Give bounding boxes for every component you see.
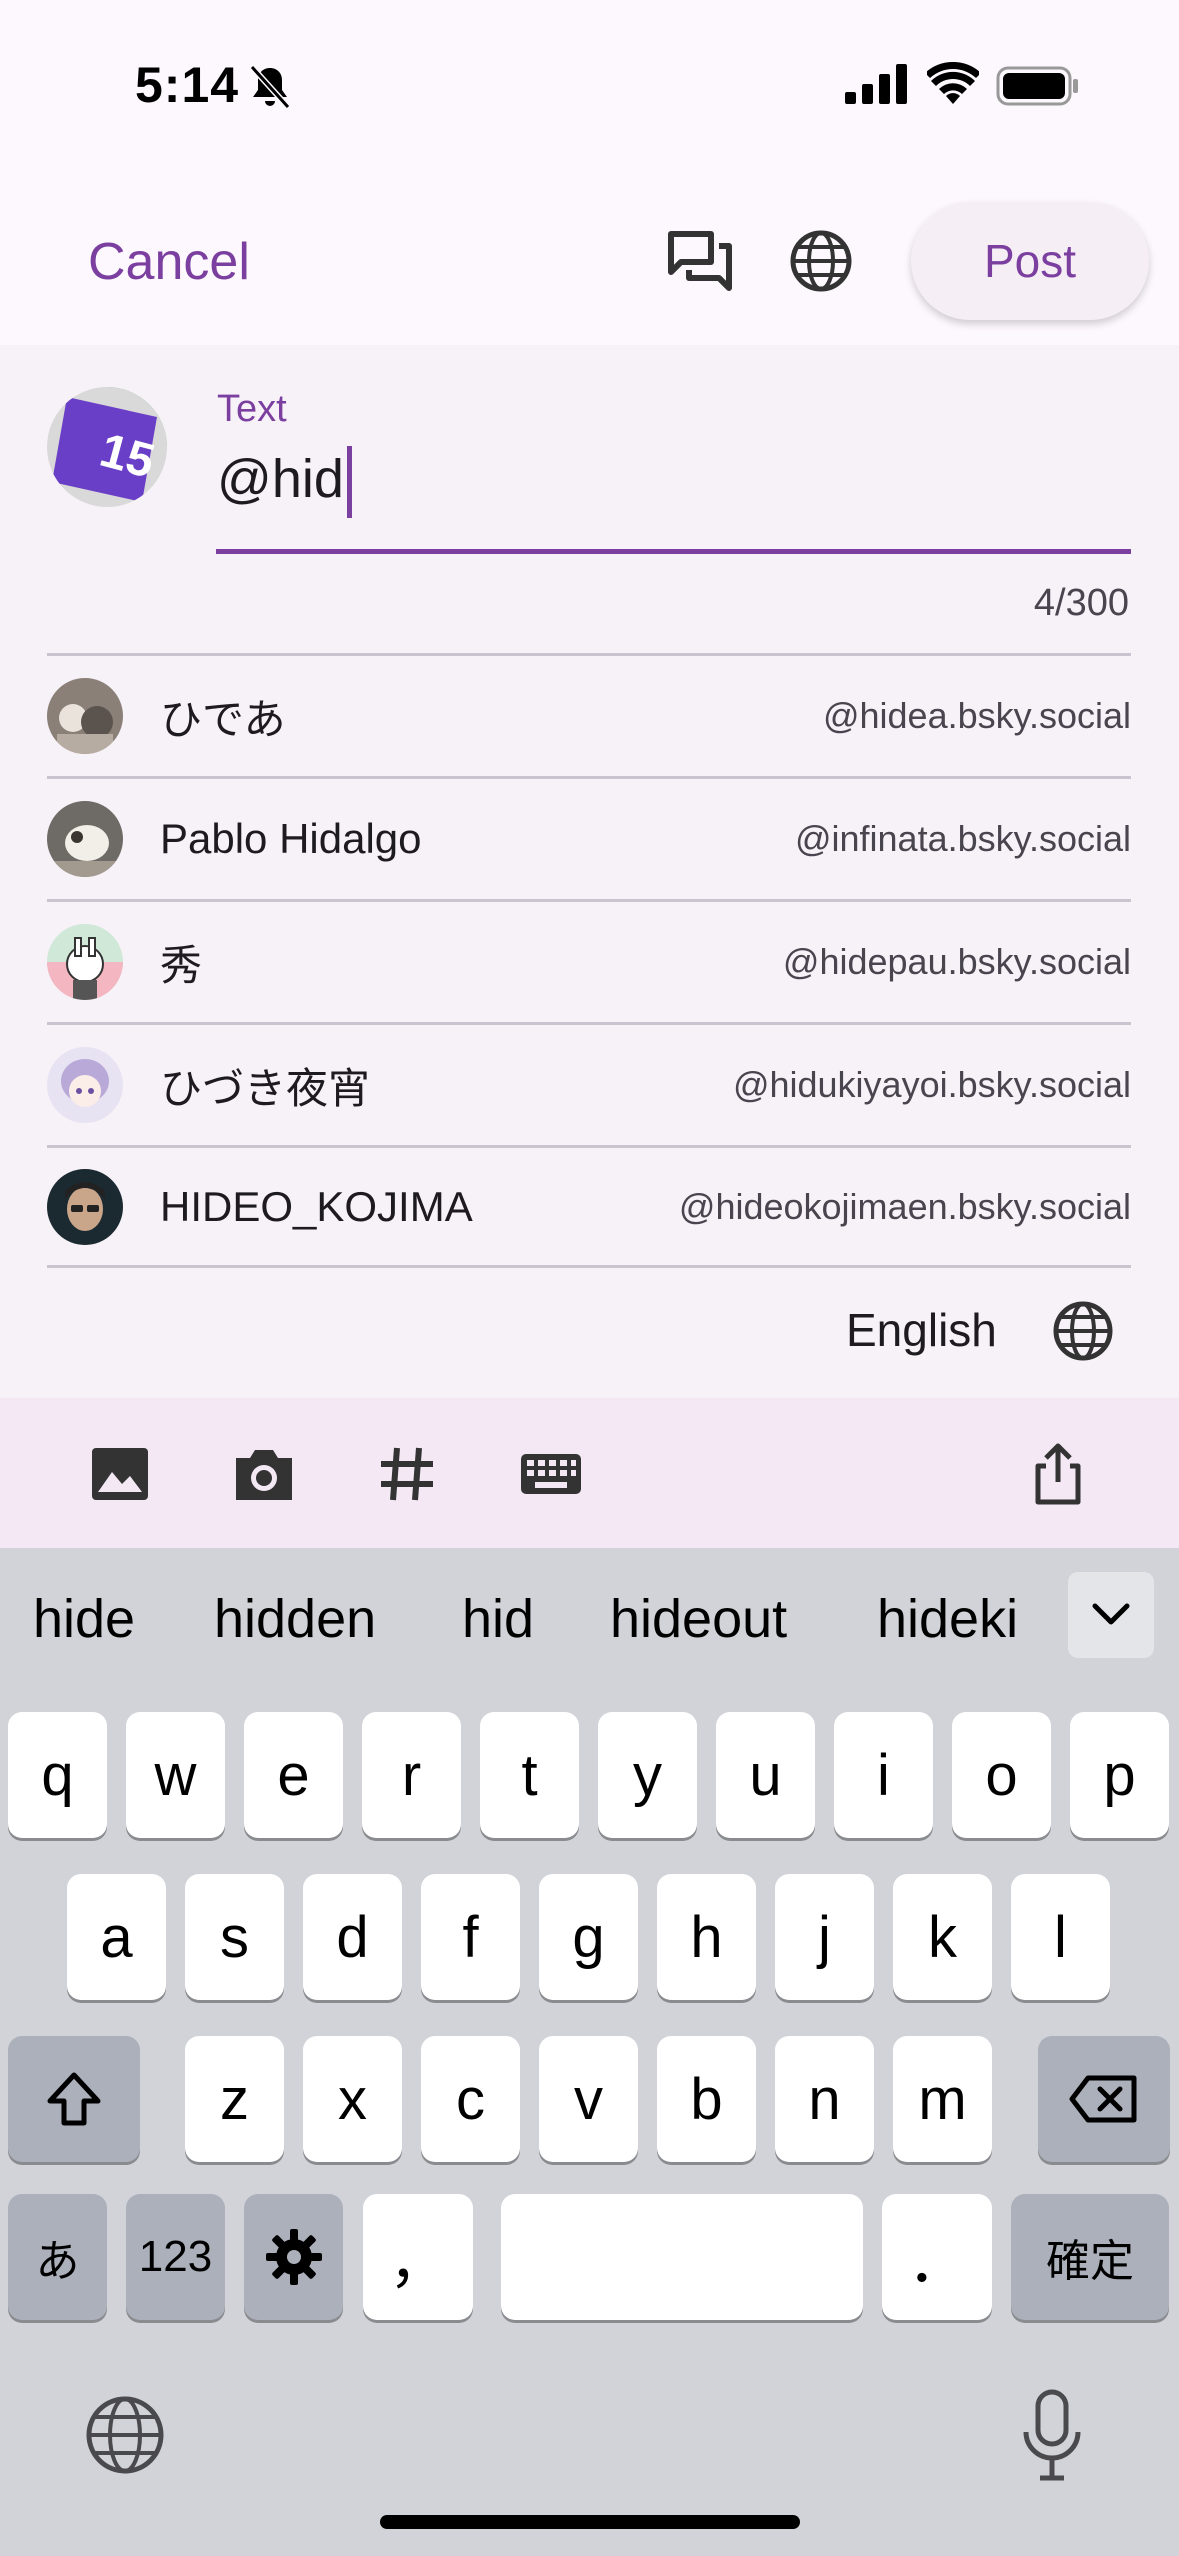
post-text-input[interactable]: @hid: [217, 448, 344, 510]
language-selector[interactable]: English: [846, 1303, 997, 1357]
key-u[interactable]: u: [716, 1712, 815, 1838]
avatar: 15: [47, 387, 167, 507]
chevron-down-icon: [1092, 1603, 1130, 1625]
key-m[interactable]: m: [893, 2036, 992, 2162]
key-f[interactable]: f: [421, 1874, 520, 2000]
avatar: [47, 801, 123, 877]
status-time: 5:14: [135, 57, 240, 113]
period-key[interactable]: ．: [882, 2194, 992, 2320]
suggestion-name: ひづき夜宵: [160, 1064, 371, 1112]
avatar: [47, 1047, 123, 1123]
key-t[interactable]: t: [480, 1712, 579, 1838]
key-c[interactable]: c: [421, 2036, 520, 2162]
key-h[interactable]: h: [657, 1874, 756, 2000]
key-j[interactable]: j: [775, 1874, 874, 2000]
gear-icon: [265, 2229, 322, 2285]
battery-icon: [996, 66, 1078, 106]
key-n[interactable]: n: [775, 2036, 874, 2162]
hashtag-icon[interactable]: [375, 1442, 439, 1506]
comma-key[interactable]: ，: [363, 2194, 473, 2320]
key-p[interactable]: p: [1070, 1712, 1169, 1838]
avatar: [47, 678, 123, 754]
key-d[interactable]: d: [303, 1874, 402, 2000]
mention-suggestions: ひであ @hidea.bsky.social Pablo Hidalgo @in…: [47, 653, 1131, 1268]
suggestion-row[interactable]: Pablo Hidalgo @infinata.bsky.social: [47, 776, 1131, 899]
avatar: [47, 1168, 123, 1245]
key-g[interactable]: g: [539, 1874, 638, 2000]
key-b[interactable]: b: [657, 2036, 756, 2162]
key-i[interactable]: i: [834, 1712, 933, 1838]
key-s[interactable]: s: [185, 1874, 284, 2000]
suggestion-name: Pablo Hidalgo: [160, 815, 422, 862]
avatar: [47, 924, 123, 1000]
suggestion-row[interactable]: ひであ @hidea.bsky.social: [47, 653, 1131, 776]
key-r[interactable]: r: [362, 1712, 461, 1838]
prediction-4[interactable]: hideout: [610, 1588, 787, 1650]
key-a[interactable]: a: [67, 1874, 166, 2000]
backspace-icon: [1069, 2075, 1137, 2123]
cellular-signal-icon: [845, 64, 907, 104]
suggestion-name: HIDEO_KOJIMA: [160, 1182, 473, 1230]
globe-icon[interactable]: [83, 2393, 167, 2477]
keyboard-icon[interactable]: [519, 1442, 583, 1506]
kana-key[interactable]: あ: [8, 2194, 107, 2320]
prediction-5[interactable]: hideki: [877, 1588, 1018, 1650]
key-y[interactable]: y: [598, 1712, 697, 1838]
suggestion-name: 秀: [160, 941, 203, 989]
suggestion-row[interactable]: ひづき夜宵 @hidukiyayoi.bsky.social: [47, 1022, 1131, 1145]
key-x[interactable]: x: [303, 2036, 402, 2162]
text-caret: [347, 446, 352, 518]
wifi-icon: [927, 62, 979, 104]
home-indicator: [380, 2515, 800, 2529]
key-z[interactable]: z: [185, 2036, 284, 2162]
space-key[interactable]: [501, 2194, 863, 2320]
image-icon[interactable]: [88, 1442, 152, 1506]
compose-toolbar: [0, 1398, 1179, 1548]
suggestion-handle: @hidea.bsky.social: [822, 695, 1131, 736]
suggestion-handle: @hidukiyayoi.bsky.social: [732, 1064, 1131, 1105]
confirm-key[interactable]: 確定: [1011, 2194, 1169, 2320]
key-q[interactable]: q: [8, 1712, 107, 1838]
prediction-2[interactable]: hidden: [214, 1588, 376, 1650]
threads-icon[interactable]: [667, 228, 733, 294]
suggestion-handle: @hidepau.bsky.social: [782, 941, 1131, 982]
settings-key[interactable]: [244, 2194, 343, 2320]
key-e[interactable]: e: [244, 1712, 343, 1838]
suggestion-handle: @hideokojimaen.bsky.social: [678, 1185, 1131, 1227]
share-icon[interactable]: [1026, 1442, 1090, 1506]
key-o[interactable]: o: [952, 1712, 1051, 1838]
character-counter: 4/300: [1033, 582, 1129, 624]
key-l[interactable]: l: [1011, 1874, 1110, 2000]
suggestion-row[interactable]: HIDEO_KOJIMA @hideokojimaen.bsky.social: [47, 1145, 1131, 1268]
bell-off-icon: [249, 64, 291, 110]
microphone-icon[interactable]: [1018, 2388, 1086, 2484]
key-k[interactable]: k: [893, 1874, 992, 2000]
prediction-1[interactable]: hide: [33, 1588, 135, 1650]
predictions-expand-button[interactable]: [1068, 1572, 1154, 1658]
post-button[interactable]: Post: [911, 202, 1149, 320]
shift-icon: [47, 2072, 101, 2126]
shift-key[interactable]: [8, 2036, 140, 2162]
cancel-button[interactable]: Cancel: [88, 232, 250, 292]
text-field-underline: [216, 549, 1131, 554]
key-w[interactable]: w: [126, 1712, 225, 1838]
backspace-key[interactable]: [1038, 2036, 1170, 2162]
camera-icon[interactable]: [232, 1442, 296, 1506]
globe-icon[interactable]: [1050, 1298, 1116, 1364]
suggestion-handle: @infinata.bsky.social: [794, 818, 1131, 859]
numbers-key[interactable]: 123: [126, 2194, 225, 2320]
text-field-label: Text: [217, 388, 287, 430]
key-v[interactable]: v: [539, 2036, 638, 2162]
suggestion-row[interactable]: 秀 @hidepau.bsky.social: [47, 899, 1131, 1022]
globe-icon[interactable]: [787, 227, 855, 295]
prediction-3[interactable]: hid: [462, 1588, 534, 1650]
suggestion-name: ひであ: [160, 695, 286, 743]
